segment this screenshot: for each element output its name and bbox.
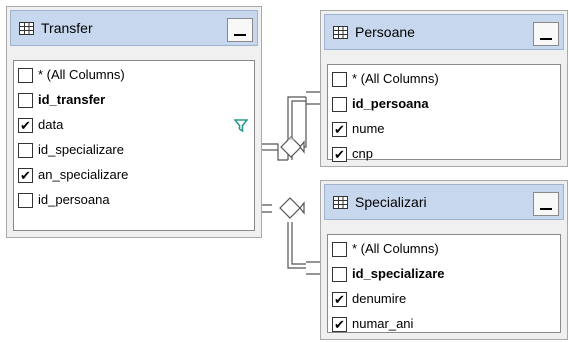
column-checkbox[interactable] xyxy=(18,193,33,208)
table-title: Transfer xyxy=(41,20,93,36)
column-row[interactable]: ✔ denumire xyxy=(332,289,556,309)
column-row[interactable]: id_persoana xyxy=(332,94,556,114)
column-label: denumire xyxy=(352,291,407,306)
minimize-button[interactable] xyxy=(533,192,559,216)
relationship-diamond-specializari xyxy=(279,197,301,219)
column-label: cnp xyxy=(352,146,373,161)
minimize-icon xyxy=(540,38,552,40)
column-row[interactable]: ✔ cnp xyxy=(332,144,556,164)
column-checkbox[interactable]: ✔ xyxy=(332,147,347,162)
column-checkbox[interactable] xyxy=(332,267,347,282)
minimize-button[interactable] xyxy=(227,18,253,42)
column-label: nume xyxy=(352,121,385,136)
column-checkbox[interactable] xyxy=(332,242,347,257)
minimize-icon xyxy=(540,208,552,210)
minimize-icon xyxy=(234,34,246,36)
column-checkbox[interactable] xyxy=(18,68,33,83)
column-checkbox[interactable]: ✔ xyxy=(332,292,347,307)
column-label: * (All Columns) xyxy=(352,241,439,256)
column-checkbox[interactable]: ✔ xyxy=(332,317,347,332)
table-grid-icon xyxy=(19,22,34,35)
column-row[interactable]: ✔ an_specializare xyxy=(18,165,250,185)
column-row[interactable]: * (All Columns) xyxy=(18,65,250,85)
table-header[interactable]: Specializari xyxy=(324,184,564,220)
column-checkbox[interactable] xyxy=(332,72,347,87)
column-list: * (All Columns) id_persoana ✔ nume ✔ cnp xyxy=(327,64,561,162)
column-label: numar_ani xyxy=(352,316,414,331)
column-list: * (All Columns) id_specializare ✔ denumire ✔… xyxy=(327,234,561,333)
column-label: data xyxy=(38,117,64,132)
table-header[interactable]: Transfer xyxy=(10,10,258,46)
column-row[interactable]: id_transfer xyxy=(18,90,250,110)
column-row[interactable]: * (All Columns) xyxy=(332,69,556,89)
table-specializari[interactable]: Specializari * (All Columns) id_specializ… xyxy=(320,180,568,340)
table-title: Persoane xyxy=(355,24,415,40)
column-label: id_persoana xyxy=(38,192,110,207)
table-transfer[interactable]: Transfer * (All Columns) id_transfer ✔ data… xyxy=(6,6,262,238)
column-label: id_persoana xyxy=(352,96,429,111)
column-list: * (All Columns) id_transfer ✔ data id_specia… xyxy=(13,60,255,231)
column-label: id_transfer xyxy=(38,92,106,107)
column-row[interactable]: ✔ numar_ani xyxy=(332,314,556,334)
column-row[interactable]: ✔ nume xyxy=(332,119,556,139)
column-row[interactable]: ✔ data xyxy=(18,115,250,135)
column-label: * (All Columns) xyxy=(38,67,125,82)
table-persoane[interactable]: Persoane * (All Columns) id_persoana ✔ nume… xyxy=(320,10,568,167)
column-checkbox[interactable] xyxy=(18,93,33,108)
table-grid-icon xyxy=(333,26,348,39)
column-checkbox[interactable]: ✔ xyxy=(18,168,33,183)
table-title: Specializari xyxy=(355,194,427,210)
column-row[interactable]: * (All Columns) xyxy=(332,239,556,259)
column-checkbox[interactable]: ✔ xyxy=(18,118,33,133)
column-label: an_specializare xyxy=(38,167,129,182)
column-row[interactable]: id_persoana xyxy=(18,190,250,210)
column-checkbox[interactable] xyxy=(332,97,347,112)
filter-funnel-icon xyxy=(234,119,248,132)
column-label: id_specializare xyxy=(352,266,445,281)
minimize-button[interactable] xyxy=(533,22,559,46)
column-checkbox[interactable] xyxy=(18,143,33,158)
relationship-line-transfer-specializari xyxy=(262,204,272,213)
table-grid-icon xyxy=(333,196,348,209)
column-row[interactable]: id_specializare xyxy=(332,264,556,284)
column-row[interactable]: id_specializare xyxy=(18,140,250,160)
column-checkbox[interactable]: ✔ xyxy=(332,122,347,137)
column-label: id_specializare xyxy=(38,142,124,157)
column-label: * (All Columns) xyxy=(352,71,439,86)
table-header[interactable]: Persoane xyxy=(324,14,564,50)
